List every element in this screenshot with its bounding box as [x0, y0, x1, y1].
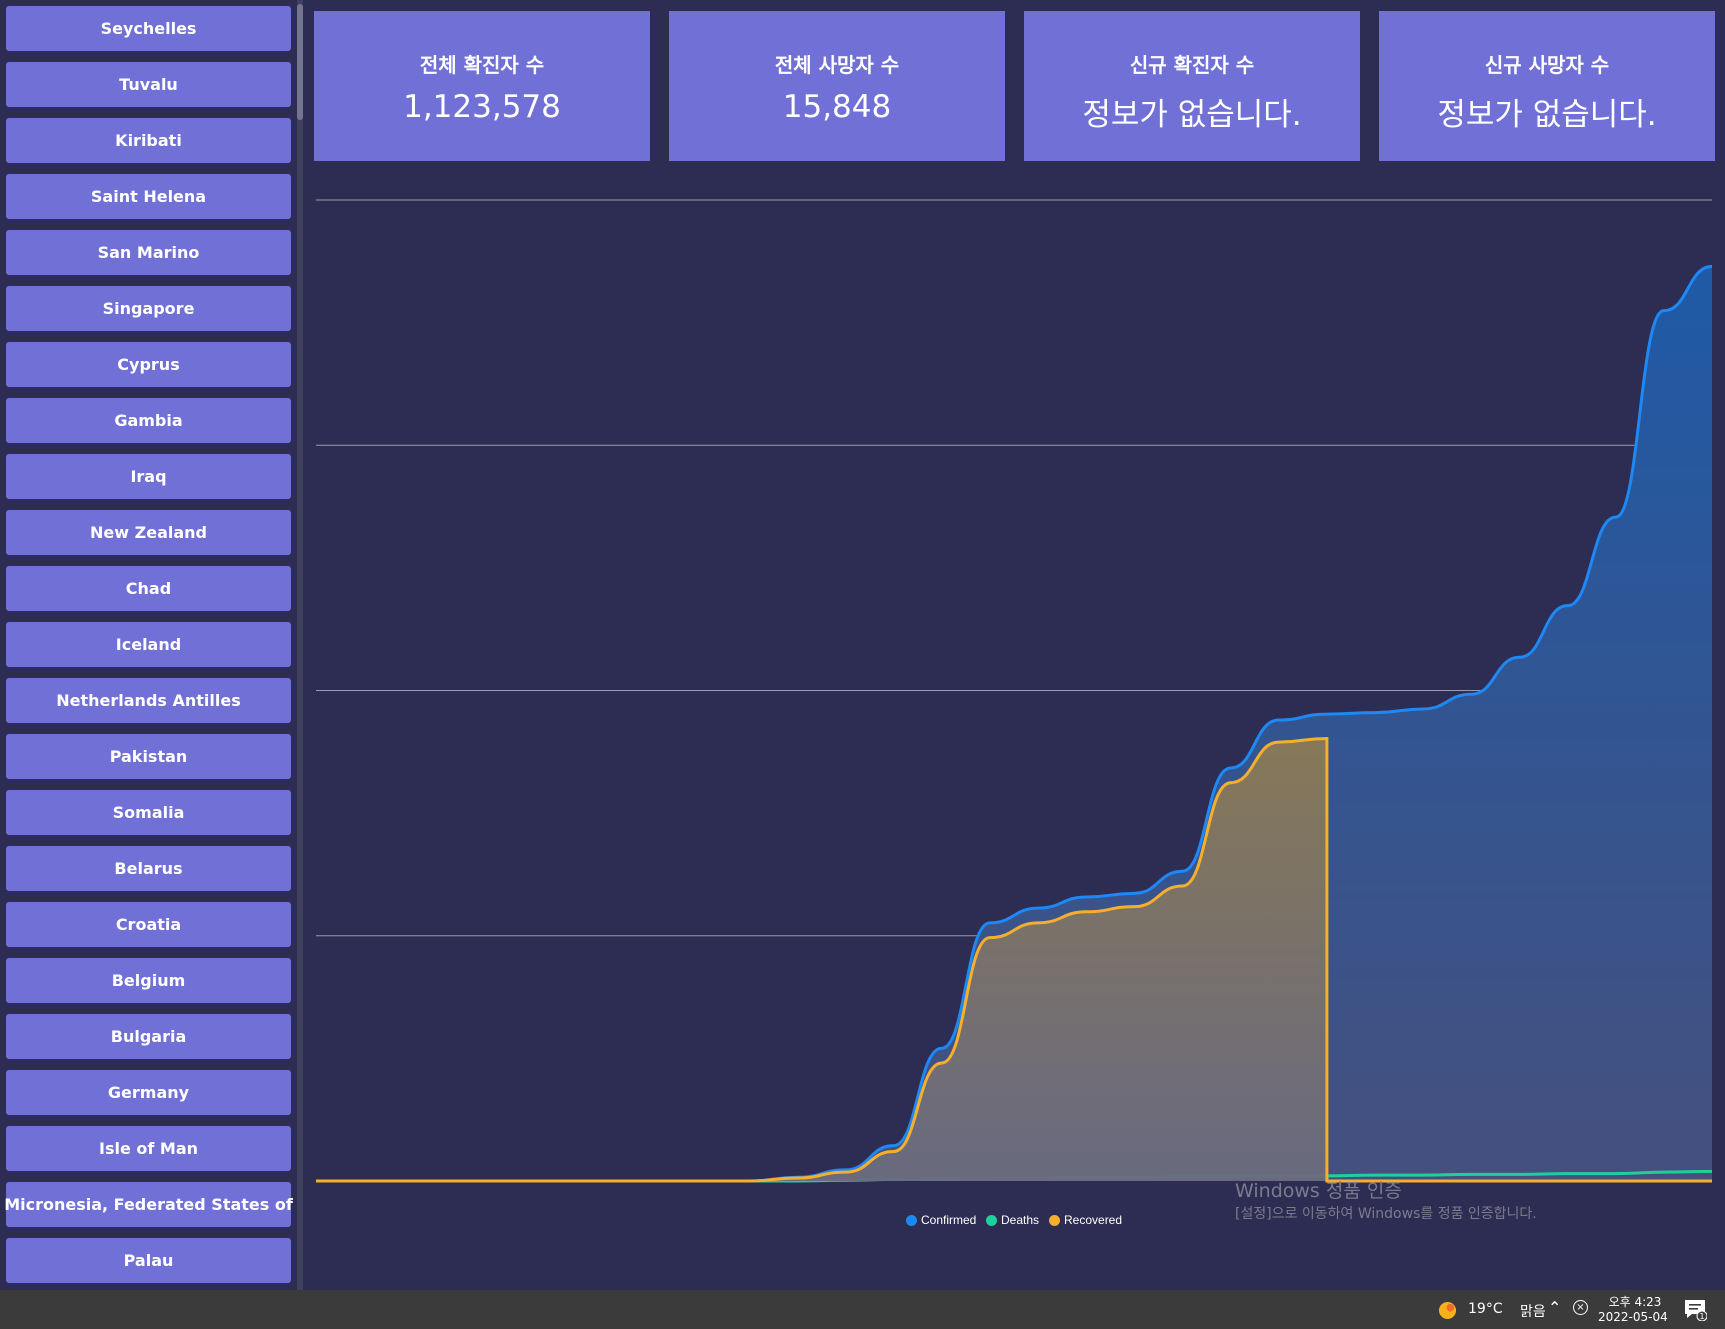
clock-time[interactable]: 오후 4:23 — [1606, 1293, 1664, 1310]
covid-timeline-chart — [316, 199, 1713, 1183]
notification-count: 1 — [1699, 1312, 1704, 1321]
legend-deaths-label: Deaths — [1001, 1213, 1040, 1227]
legend-deaths[interactable]: Deaths — [986, 1213, 1039, 1227]
weather-condition[interactable]: 맑음 — [1520, 1301, 1546, 1321]
legend-confirmed[interactable]: Confirmed — [906, 1213, 976, 1227]
chart-series — [316, 264, 1713, 1183]
chevron-up-icon[interactable]: ⌃ — [1548, 1298, 1561, 1317]
activation-watermark-subtitle: [설정]으로 이동하여 Windows를 정품 인증합니다. — [1235, 1206, 1537, 1222]
activation-watermark-title: Windows 정품 인증 — [1235, 1180, 1402, 1202]
sun-weather-icon[interactable] — [1438, 1301, 1457, 1320]
legend-deaths-dot — [986, 1214, 997, 1226]
notification-icon[interactable]: 1 — [1683, 1297, 1707, 1321]
network-icon[interactable]: × — [1573, 1300, 1588, 1315]
legend-confirmed-dot — [906, 1214, 917, 1226]
clock-date[interactable]: 2022-05-04 — [1598, 1310, 1668, 1324]
weather-temperature[interactable]: 19°C — [1468, 1301, 1503, 1317]
legend-recovered-dot — [1049, 1214, 1060, 1226]
legend-confirmed-label: Confirmed — [921, 1213, 977, 1227]
legend-recovered[interactable]: Recovered — [1049, 1213, 1122, 1227]
legend-recovered-label: Recovered — [1064, 1213, 1123, 1227]
taskbar: 19°C 맑음 ⌃ × 오후 4:23 2022-05-04 1 — [0, 1290, 1725, 1329]
series-area-recovered — [316, 738, 1327, 1181]
